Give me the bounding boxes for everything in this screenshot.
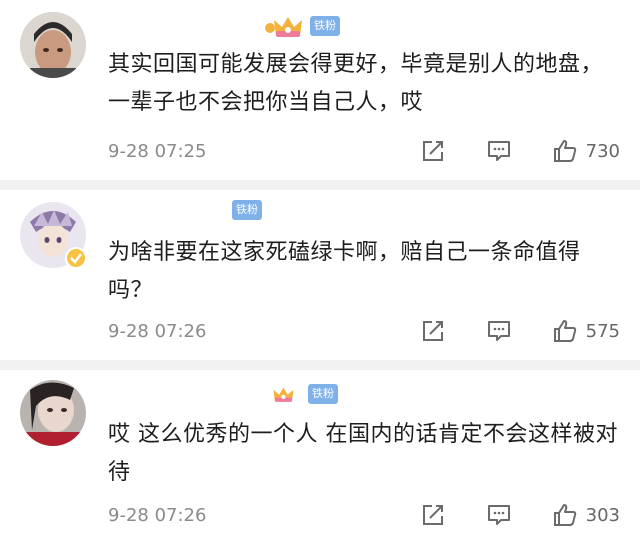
comment-actions: 575 <box>420 316 620 346</box>
avatar[interactable] <box>20 12 86 78</box>
badge-group: 铁粉 <box>262 12 340 40</box>
comment-item: 铁粉 哎 这么优秀的一个人 在国内的话肯定不会这样被对待 9-28 07:26 … <box>0 370 640 556</box>
thumbs-up-icon[interactable] <box>552 502 578 528</box>
like-count: 730 <box>585 140 620 162</box>
share-icon[interactable] <box>420 502 446 528</box>
divider <box>0 360 640 370</box>
thumbs-up-icon[interactable] <box>552 318 578 344</box>
comment-item: 铁粉 其实回国可能发展会得更好，毕竟是别人的地盘，一辈子也不会把你当自己人，哎 … <box>0 0 640 180</box>
crown-badge-icon <box>273 387 294 402</box>
comment-text: 哎 这么优秀的一个人 在国内的话肯定不会这样被对待 <box>108 422 618 485</box>
comment-item: 铁粉 为啥非要在这家死磕绿卡啊，赔自己一条命值得吗？ 9-28 07:26 57… <box>0 190 640 360</box>
comment-time: 9-28 07:26 <box>108 320 207 342</box>
comment-meta: 9-28 07:26 575 <box>108 316 620 346</box>
comment-actions: 730 <box>420 136 620 166</box>
share-icon[interactable] <box>420 318 446 344</box>
comment-time: 9-28 07:26 <box>108 504 207 526</box>
comment-text: 其实回国可能发展会得更好，毕竟是别人的地盘，一辈子也不会把你当自己人，哎 <box>108 52 604 115</box>
badge-group: 铁粉 <box>272 380 338 408</box>
comment-icon[interactable] <box>486 138 512 164</box>
comment-meta: 9-28 07:26 303 <box>108 500 620 530</box>
fan-badge: 铁粉 <box>232 200 262 220</box>
thumbs-up-icon[interactable] <box>552 138 578 164</box>
comment-icon[interactable] <box>486 502 512 528</box>
crown-badge-icon <box>265 17 302 37</box>
fan-badge: 铁粉 <box>310 16 340 36</box>
divider <box>0 180 640 190</box>
like-count: 303 <box>585 504 620 526</box>
fan-badge: 铁粉 <box>308 384 338 404</box>
avatar[interactable] <box>20 202 87 269</box>
comment-meta: 9-28 07:25 730 <box>108 136 620 166</box>
share-icon[interactable] <box>420 138 446 164</box>
avatar[interactable] <box>20 380 86 446</box>
comment-actions: 303 <box>420 500 620 530</box>
comment-time: 9-28 07:25 <box>108 140 207 162</box>
like-count: 575 <box>585 320 620 342</box>
comment-text: 为啥非要在这家死磕绿卡啊，赔自己一条命值得吗？ <box>108 240 581 303</box>
badge-group: 铁粉 <box>232 200 262 220</box>
comment-icon[interactable] <box>486 318 512 344</box>
